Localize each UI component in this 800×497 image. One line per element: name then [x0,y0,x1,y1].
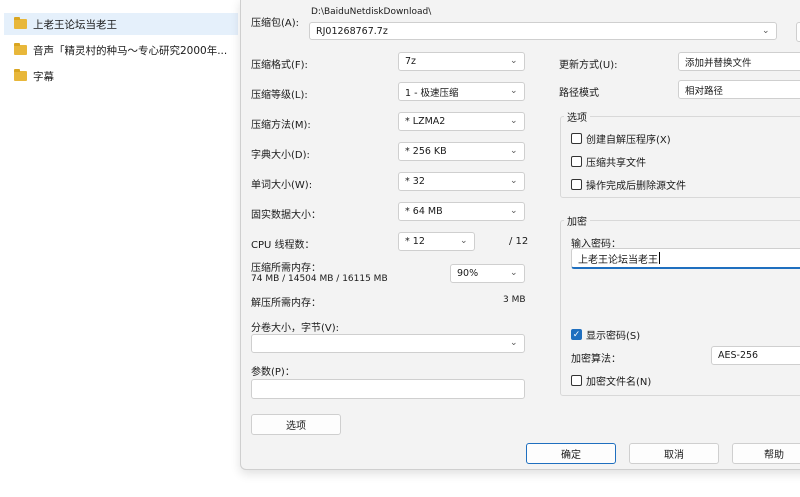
chevron-down-icon: ⌄ [460,236,468,246]
chevron-down-icon: ⌄ [510,206,518,216]
mem-comp-label: 压缩所需内存： [251,263,321,274]
word-select[interactable]: * 32 ⌄ [398,172,525,191]
explorer-item-folder[interactable]: 音声「精灵村的种马～专心研究2000年... [4,39,238,61]
password-input[interactable]: 上老王论坛当老王 [571,248,800,269]
update-value: 添加并替换文件 [685,57,752,69]
method-value: * LZMA2 [405,116,446,127]
explorer-item-folder[interactable]: 字幕 [4,65,238,87]
format-value: 7z [405,56,417,67]
options-group-title: 选项 [564,109,590,124]
delete-checkbox-label: 操作完成后删除源文件 [586,181,686,192]
chevron-down-icon: ⌄ [510,338,518,348]
archive-path: D:\BaiduNetdiskDownload\ [311,7,432,17]
delete-checkbox[interactable] [571,179,582,190]
mem-percent-value: 90% [457,268,479,279]
enc-method-select[interactable]: AES-256 [711,346,800,365]
ok-button[interactable]: 确定 [526,443,616,464]
dict-label: 字典大小(D): [251,150,310,161]
sfx-checkbox-label: 创建自解压程序(X) [586,135,671,146]
enc-names-row[interactable]: 加密文件名(N) [571,373,651,388]
sfx-checkbox[interactable] [571,133,582,144]
word-label: 单词大小(W): [251,180,313,191]
explorer-item-folder[interactable]: 上老王论坛当老王 [4,13,238,35]
cpu-total: / 12 [509,236,529,247]
solid-value: * 64 MB [405,206,443,217]
word-value: * 32 [405,176,425,187]
folder-icon [14,43,27,55]
file-explorer-panel: 上老王论坛当老王 音声「精灵村的种马～专心研究2000年... 字幕 [0,0,240,497]
ok-button-label: 确定 [561,450,581,461]
archive-label: 压缩包(A): [251,18,300,29]
update-label: 更新方式(U): [559,60,618,71]
cancel-button-label: 取消 [664,450,684,461]
explorer-item-label: 上老王论坛当老王 [33,18,117,31]
cpu-select[interactable]: * 12 ⌄ [398,232,475,251]
format-label: 压缩格式(F): [251,60,308,71]
split-combobox[interactable]: ⌄ [251,334,525,353]
archive-name-combobox[interactable]: RJ01268767.7z ⌄ [309,22,777,40]
enc-method-label: 加密算法： [571,354,621,365]
encryption-group-title: 加密 [564,213,590,228]
shared-checkbox[interactable] [571,156,582,167]
folder-icon [14,69,27,81]
cpu-label: CPU 线程数： [251,240,315,251]
shared-checkbox-label: 压缩共享文件 [586,158,646,169]
chevron-down-icon: ⌄ [510,176,518,186]
dict-value: * 256 KB [405,146,447,157]
help-button-label: 帮助 [764,450,784,461]
chevron-down-icon: ⌄ [510,86,518,96]
text-cursor [659,252,660,264]
password-value: 上老王论坛当老王 [578,254,658,266]
dict-select[interactable]: * 256 KB ⌄ [398,142,525,161]
cancel-button[interactable]: 取消 [629,443,719,464]
enc-names-label: 加密文件名(N) [586,377,652,388]
archive-name-value: RJ01268767.7z [316,25,388,37]
path-mode-select[interactable]: 相对路径 [678,80,800,99]
path-mode-label: 路径模式 [559,88,599,99]
options-button-label: 选项 [286,421,306,432]
help-button[interactable]: 帮助 [732,443,800,464]
mem-percent-select[interactable]: 90% ⌄ [450,264,525,283]
solid-label: 固实数据大小： [251,210,321,221]
show-password-checkbox[interactable]: ✓ [571,329,582,340]
browse-button[interactable] [796,22,800,42]
show-password-row[interactable]: ✓ 显示密码(S) [571,327,640,342]
mem-decomp-value: 3 MB [503,295,526,305]
method-select[interactable]: * LZMA2 ⌄ [398,112,525,131]
shared-checkbox-row[interactable]: 压缩共享文件 [571,154,646,169]
mem-comp-value: 74 MB / 14504 MB / 16115 MB [251,274,388,284]
chevron-down-icon: ⌄ [510,116,518,126]
params-input[interactable] [251,379,525,399]
chevron-down-icon: ⌄ [510,268,518,278]
update-select[interactable]: 添加并替换文件 [678,52,800,71]
mem-decomp-label: 解压所需内存： [251,298,321,309]
compression-dialog: 压缩包(A): D:\BaiduNetdiskDownload\ RJ01268… [240,0,800,470]
solid-select[interactable]: * 64 MB ⌄ [398,202,525,221]
level-label: 压缩等级(L): [251,90,308,101]
path-mode-value: 相对路径 [685,85,724,97]
split-label: 分卷大小，字节(V): [251,323,340,334]
enc-method-value: AES-256 [718,350,759,361]
method-label: 压缩方法(M): [251,120,311,131]
show-password-label: 显示密码(S) [586,331,641,342]
level-select[interactable]: 1 - 极速压缩 ⌄ [398,82,525,101]
folder-icon [14,17,27,29]
enc-names-checkbox[interactable] [571,375,582,386]
chevron-down-icon: ⌄ [510,146,518,156]
explorer-item-label: 字幕 [33,70,54,83]
cpu-value: * 12 [405,236,425,247]
sfx-checkbox-row[interactable]: 创建自解压程序(X) [571,131,671,146]
level-value: 1 - 极速压缩 [405,87,459,99]
explorer-item-label: 音声「精灵村的种马～专心研究2000年... [33,44,228,57]
format-select[interactable]: 7z ⌄ [398,52,525,71]
delete-checkbox-row[interactable]: 操作完成后删除源文件 [571,177,686,192]
params-label: 参数(P)： [251,367,295,378]
options-button[interactable]: 选项 [251,414,341,435]
chevron-down-icon: ⌄ [510,56,518,66]
chevron-down-icon[interactable]: ⌄ [762,27,771,36]
